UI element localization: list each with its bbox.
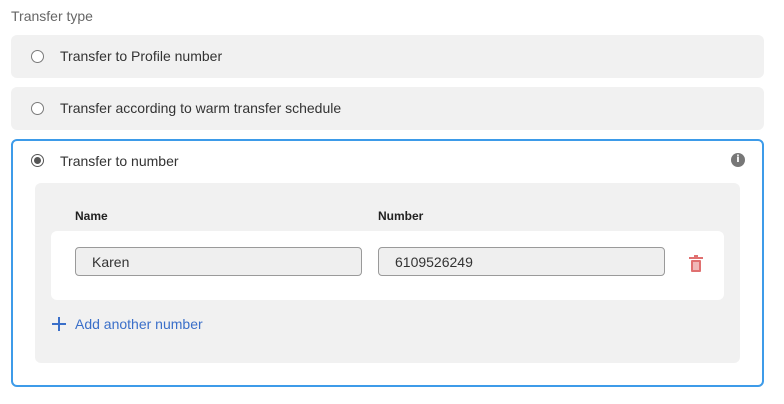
option-label: Transfer according to warm transfer sche… [60, 100, 342, 116]
option-label: Transfer to Profile number [60, 48, 223, 64]
name-field[interactable] [75, 247, 362, 276]
trash-icon[interactable] [688, 255, 704, 273]
radio-button[interactable] [31, 50, 44, 63]
option-transfer-to-profile-number[interactable]: Transfer to Profile number [11, 35, 764, 78]
option-transfer-warm-schedule[interactable]: Transfer according to warm transfer sche… [11, 87, 764, 130]
option-transfer-to-number[interactable]: Transfer to number i Name Number Karen 6… [11, 139, 764, 387]
radio-button[interactable] [31, 102, 44, 115]
add-another-number-button[interactable]: Add another number [51, 313, 203, 335]
column-header-name: Name [75, 209, 108, 223]
radio-button-selected[interactable] [31, 154, 44, 167]
transfer-type-page: Transfer type Transfer to Profile number… [0, 0, 784, 404]
add-another-number-label: Add another number [75, 316, 203, 332]
table-row [51, 231, 724, 300]
number-list-panel: Name Number Add anoth [35, 183, 740, 363]
plus-icon [52, 317, 66, 331]
option-label: Transfer to number [60, 153, 179, 169]
info-icon[interactable]: i [731, 153, 745, 167]
number-field[interactable] [378, 247, 665, 276]
column-header-number: Number [378, 209, 424, 223]
section-title: Transfer type [11, 8, 93, 24]
